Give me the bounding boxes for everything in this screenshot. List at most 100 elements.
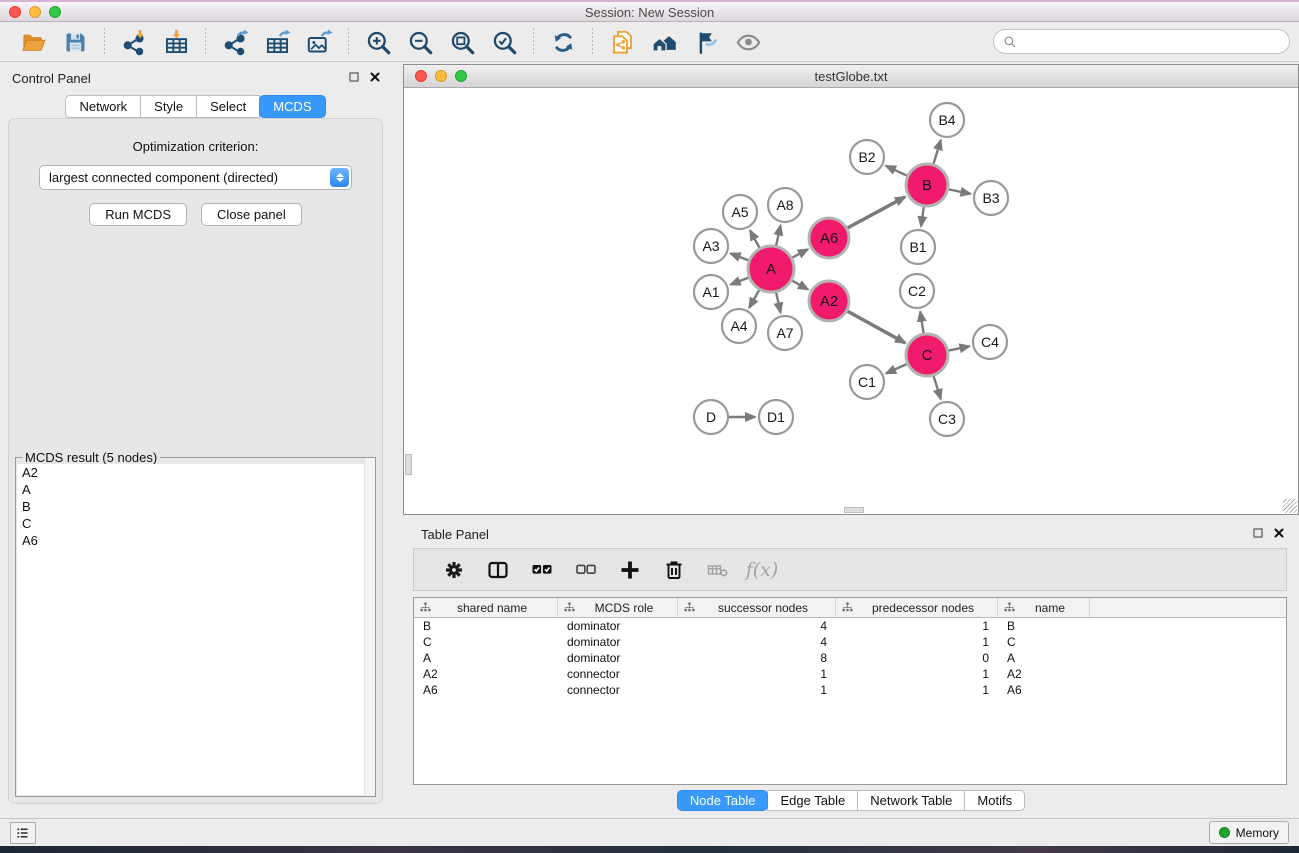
edge-A-A6[interactable]: [792, 249, 808, 257]
show-panels-icon[interactable]: [732, 26, 764, 58]
select-all-icon[interactable]: [527, 555, 557, 585]
mcds-result-item[interactable]: C: [17, 515, 374, 532]
edge-B-B4[interactable]: [933, 140, 940, 164]
cell-name[interactable]: A: [998, 651, 1090, 665]
edge-B-B2[interactable]: [886, 166, 907, 176]
import-network-icon[interactable]: [118, 26, 150, 58]
export-image-icon[interactable]: [303, 26, 335, 58]
search-input[interactable]: [1022, 32, 1289, 52]
float-table-panel-icon[interactable]: [1252, 527, 1264, 539]
zoom-fit-icon[interactable]: [446, 26, 478, 58]
splitter-grip-horizontal[interactable]: [844, 507, 864, 513]
edge-A-A7[interactable]: [776, 292, 780, 312]
task-history-button[interactable]: [10, 822, 36, 844]
column-header-MCDS-role[interactable]: MCDS role: [558, 598, 678, 617]
cell-predecessor-nodes[interactable]: 1: [836, 619, 998, 633]
mcds-result-item[interactable]: A6: [17, 532, 374, 549]
network-graph[interactable]: AA6A2BCA5A8A3A1A4A7B2B4B3B1C2C4C1C3DD1: [404, 88, 1298, 514]
cell-name[interactable]: A2: [998, 667, 1090, 681]
memory-button[interactable]: Memory: [1209, 821, 1289, 844]
mcds-result-item[interactable]: A: [17, 481, 374, 498]
run-mcds-button[interactable]: Run MCDS: [89, 203, 187, 226]
delete-table-icon[interactable]: [703, 555, 733, 585]
import-table-icon[interactable]: [160, 26, 192, 58]
tab-select[interactable]: Select: [196, 95, 260, 118]
cell-MCDS-role[interactable]: dominator: [558, 619, 678, 633]
gear-icon[interactable]: [439, 555, 469, 585]
cell-MCDS-role[interactable]: connector: [558, 683, 678, 697]
tab-style[interactable]: Style: [140, 95, 197, 118]
edge-A6-B[interactable]: [847, 197, 905, 228]
close-panel-button[interactable]: Close panel: [201, 203, 302, 226]
column-header-predecessor-nodes[interactable]: predecessor nodes: [836, 598, 998, 617]
edge-A2-C[interactable]: [847, 311, 905, 343]
edge-B-B1[interactable]: [921, 207, 924, 226]
close-panel-icon[interactable]: [369, 71, 381, 83]
optimization-criterion-dropdown[interactable]: largest connected component (directed): [39, 165, 352, 190]
tab-mcds[interactable]: MCDS: [259, 95, 325, 118]
cell-predecessor-nodes[interactable]: 1: [836, 683, 998, 697]
cell-MCDS-role[interactable]: dominator: [558, 651, 678, 665]
zoom-selected-icon[interactable]: [488, 26, 520, 58]
cell-shared-name[interactable]: A: [414, 651, 558, 665]
edge-A-A1[interactable]: [731, 278, 749, 285]
edge-A-A3[interactable]: [731, 254, 749, 261]
edge-A-A8[interactable]: [776, 226, 780, 246]
network-canvas[interactable]: AA6A2BCA5A8A3A1A4A7B2B4B3B1C2C4C1C3DD1: [404, 88, 1298, 514]
export-table-icon[interactable]: [261, 26, 293, 58]
cell-successor-nodes[interactable]: 4: [678, 635, 836, 649]
cell-MCDS-role[interactable]: dominator: [558, 635, 678, 649]
window-resize-grip[interactable]: [1283, 499, 1297, 513]
edge-C-C4[interactable]: [949, 346, 970, 350]
mcds-result-list[interactable]: A2ABCA6: [17, 464, 374, 795]
refresh-layout-icon[interactable]: [547, 26, 579, 58]
cell-successor-nodes[interactable]: 1: [678, 683, 836, 697]
edge-A-A2[interactable]: [792, 281, 808, 290]
edge-C-C1[interactable]: [886, 364, 907, 373]
clone-network-icon[interactable]: [606, 26, 638, 58]
deselect-all-icon[interactable]: [571, 555, 601, 585]
tab-network[interactable]: Network: [65, 95, 141, 118]
close-table-panel-icon[interactable]: [1273, 527, 1285, 539]
table-row[interactable]: A6connector11A6: [414, 682, 1286, 698]
hide-panels-icon[interactable]: [690, 26, 722, 58]
tab-node-table[interactable]: Node Table: [677, 790, 769, 811]
open-session-icon[interactable]: [17, 26, 49, 58]
column-header-successor-nodes[interactable]: successor nodes: [678, 598, 836, 617]
cell-successor-nodes[interactable]: 8: [678, 651, 836, 665]
network-window-titlebar[interactable]: testGlobe.txt: [404, 65, 1298, 88]
splitter-grip-vertical[interactable]: [405, 454, 412, 475]
cell-shared-name[interactable]: B: [414, 619, 558, 633]
cell-successor-nodes[interactable]: 4: [678, 619, 836, 633]
delete-column-icon[interactable]: [659, 555, 689, 585]
zoom-in-icon[interactable]: [362, 26, 394, 58]
column-header-shared-name[interactable]: shared name: [414, 598, 558, 617]
edge-A-A4[interactable]: [749, 290, 759, 308]
edge-A-A5[interactable]: [750, 230, 760, 247]
zoom-out-icon[interactable]: [404, 26, 436, 58]
network-overview-icon[interactable]: [648, 26, 680, 58]
mcds-result-scrollbar[interactable]: [364, 458, 375, 796]
node-table[interactable]: shared nameMCDS rolesuccessor nodesprede…: [413, 597, 1287, 785]
cell-predecessor-nodes[interactable]: 1: [836, 667, 998, 681]
mcds-result-item[interactable]: B: [17, 498, 374, 515]
tab-motifs[interactable]: Motifs: [964, 790, 1025, 811]
tab-edge-table[interactable]: Edge Table: [767, 790, 858, 811]
cell-name[interactable]: B: [998, 619, 1090, 633]
add-column-icon[interactable]: [615, 555, 645, 585]
cell-shared-name[interactable]: C: [414, 635, 558, 649]
float-panel-icon[interactable]: [348, 71, 360, 83]
cell-name[interactable]: C: [998, 635, 1090, 649]
split-view-icon[interactable]: [483, 555, 513, 585]
table-row[interactable]: A2connector11A2: [414, 666, 1286, 682]
cell-predecessor-nodes[interactable]: 0: [836, 651, 998, 665]
save-session-icon[interactable]: [59, 26, 91, 58]
cell-predecessor-nodes[interactable]: 1: [836, 635, 998, 649]
mcds-result-item[interactable]: A2: [17, 464, 374, 481]
cell-MCDS-role[interactable]: connector: [558, 667, 678, 681]
edge-B-B3[interactable]: [949, 189, 971, 193]
table-row[interactable]: Adominator80A: [414, 650, 1286, 666]
edge-C-C2[interactable]: [920, 312, 923, 334]
cell-successor-nodes[interactable]: 1: [678, 667, 836, 681]
function-builder-icon[interactable]: f(x): [747, 555, 777, 585]
